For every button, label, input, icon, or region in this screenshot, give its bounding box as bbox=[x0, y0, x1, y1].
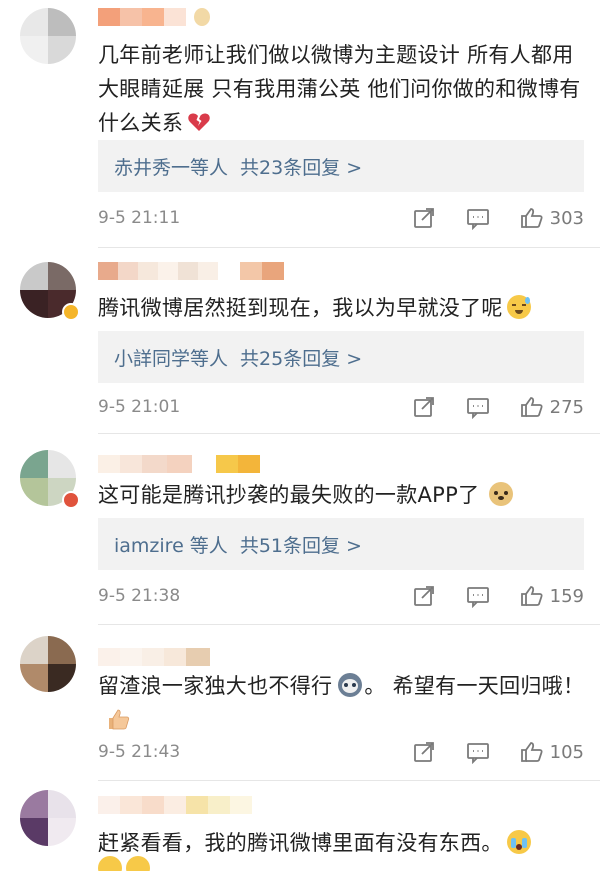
repost-icon[interactable] bbox=[412, 740, 436, 764]
verified-badge-icon bbox=[62, 491, 80, 509]
avatar[interactable] bbox=[20, 636, 76, 692]
username-pixelated[interactable] bbox=[98, 262, 284, 280]
username-pixelated[interactable] bbox=[98, 648, 210, 666]
reply-users[interactable]: 小詳同学等人 bbox=[114, 344, 228, 371]
timestamp: 9-5 21:11 bbox=[98, 208, 181, 228]
reply-summary[interactable]: 小詳同学等人 共25条回复 > bbox=[98, 331, 584, 383]
husky-emoji bbox=[338, 673, 363, 697]
comment-icon[interactable] bbox=[466, 395, 490, 419]
avatar[interactable] bbox=[20, 790, 76, 846]
crying-emoji bbox=[98, 856, 122, 871]
like-button[interactable]: 105 bbox=[520, 740, 584, 764]
doge-emoji bbox=[489, 482, 514, 506]
like-count: 275 bbox=[549, 396, 584, 418]
like-count: 159 bbox=[549, 585, 584, 607]
divider bbox=[98, 624, 600, 625]
username-pixelated[interactable] bbox=[98, 455, 260, 473]
username-pixelated[interactable] bbox=[98, 8, 210, 26]
reply-count[interactable]: 共23条回复 > bbox=[240, 153, 362, 180]
comment-meta: 9-5 21:43 105 bbox=[98, 737, 584, 767]
timestamp: 9-5 21:01 bbox=[98, 397, 181, 417]
divider bbox=[98, 247, 600, 248]
comment-text-content: 几年前老师让我们做以微博为主题设计 所有人都用大眼睛延展 只有我用蒲公英 他们问… bbox=[98, 43, 581, 135]
timestamp: 9-5 21:38 bbox=[98, 586, 181, 606]
comment-text-content: 腾讯微博居然挺到现在，我以为早就没了呢 bbox=[98, 296, 503, 320]
comment-text: 几年前老师让我们做以微博为主题设计 所有人都用大眼睛延展 只有我用蒲公英 他们问… bbox=[98, 38, 588, 140]
like-icon bbox=[520, 397, 543, 417]
repost-icon[interactable] bbox=[412, 395, 436, 419]
comment-text: 留渣浪一家独大也不得行 。 希望有一天回归哦！ bbox=[98, 669, 588, 737]
reply-summary[interactable]: iamzire 等人 共51条回复 > bbox=[98, 518, 584, 570]
username-pixelated[interactable] bbox=[98, 796, 252, 814]
comment-meta: 9-5 21:01 275 bbox=[98, 392, 584, 422]
verified-badge-icon bbox=[62, 303, 80, 321]
divider bbox=[98, 780, 600, 781]
reply-summary[interactable]: 赤井秀一等人 共23条回复 > bbox=[98, 140, 584, 192]
sweat-emoji bbox=[506, 295, 531, 319]
comment-feed: { "comments": [ { "text": "几年前老师让我们做以微博为… bbox=[0, 0, 600, 871]
comment-icon[interactable] bbox=[466, 206, 490, 230]
like-icon bbox=[520, 208, 543, 228]
avatar[interactable] bbox=[20, 8, 76, 64]
like-button[interactable]: 159 bbox=[520, 584, 584, 608]
comment-icon[interactable] bbox=[466, 740, 490, 764]
comment-text: 腾讯微博居然挺到现在，我以为早就没了呢 bbox=[98, 291, 588, 325]
comment-text: 这可能是腾讯抄袭的最失败的一款APP了 bbox=[98, 478, 588, 512]
divider bbox=[98, 433, 600, 434]
timestamp: 9-5 21:43 bbox=[98, 742, 181, 762]
crying-emoji-row bbox=[98, 852, 588, 871]
like-count: 303 bbox=[549, 207, 584, 229]
like-count: 105 bbox=[549, 741, 584, 763]
like-icon bbox=[520, 586, 543, 606]
repost-icon[interactable] bbox=[412, 206, 436, 230]
thumbs-up-emoji bbox=[106, 707, 130, 731]
comment-text-continued: 。 希望有一天回归哦！ bbox=[364, 674, 585, 698]
repost-icon[interactable] bbox=[412, 584, 436, 608]
reply-users[interactable]: 赤井秀一等人 bbox=[114, 153, 228, 180]
comment-icon[interactable] bbox=[466, 584, 490, 608]
comment-text-content: 留渣浪一家独大也不得行 bbox=[98, 674, 333, 698]
comment-meta: 9-5 21:38 159 bbox=[98, 581, 584, 611]
crying-emoji bbox=[506, 830, 531, 854]
comment-meta: 9-5 21:11 303 bbox=[98, 203, 584, 233]
reply-count[interactable]: 共51条回复 > bbox=[240, 531, 362, 558]
reply-count[interactable]: 共25条回复 > bbox=[240, 344, 362, 371]
broken-heart-emoji bbox=[187, 110, 211, 134]
crying-emoji bbox=[126, 856, 150, 871]
like-button[interactable]: 303 bbox=[520, 206, 584, 230]
comment-text-content: 这可能是腾讯抄袭的最失败的一款APP了 bbox=[98, 483, 480, 507]
like-button[interactable]: 275 bbox=[520, 395, 584, 419]
like-icon bbox=[520, 742, 543, 762]
reply-users[interactable]: iamzire 等人 bbox=[114, 531, 228, 558]
